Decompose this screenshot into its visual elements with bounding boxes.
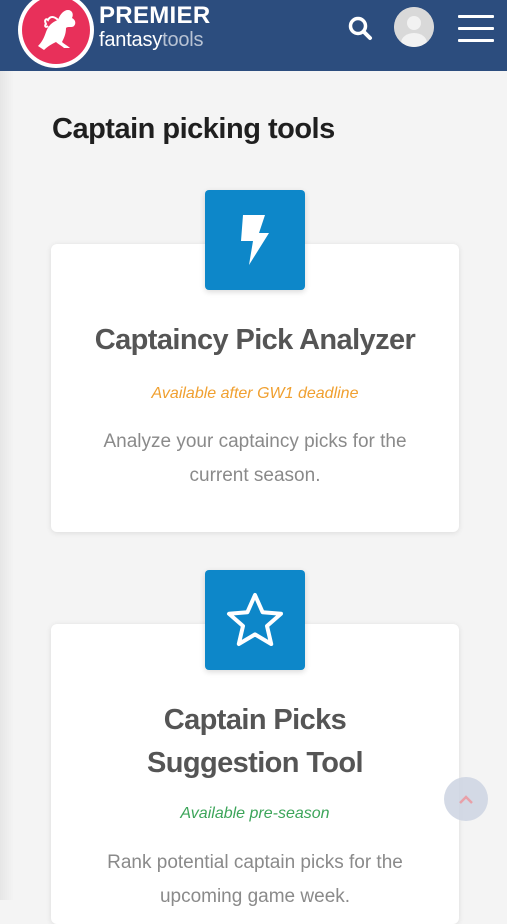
avatar-icon[interactable] — [394, 7, 434, 47]
search-icon[interactable] — [346, 14, 376, 44]
scroll-to-top-button[interactable] — [444, 777, 488, 821]
hamburger-menu-icon[interactable] — [458, 15, 494, 43]
brand-tools: tools — [162, 29, 204, 51]
card-description: Rank potential captain picks for the upc… — [107, 852, 403, 907]
card-description: Analyze your captaincy picks for the cur… — [103, 431, 407, 486]
tool-card-captain-suggestion[interactable]: Captain Picks Suggestion Tool Available … — [51, 570, 459, 924]
card-title-line2: Suggestion Tool — [147, 747, 364, 779]
card-title: Captaincy Pick Analyzer — [94, 324, 416, 356]
page-title: Captain picking tools — [52, 113, 335, 145]
chevron-up-icon — [459, 795, 473, 804]
star-icon — [205, 570, 305, 670]
top-navbar: PREMIER fantasytools — [0, 0, 507, 71]
availability-status: Available after GW1 deadline — [151, 385, 359, 402]
card-title-line1: Captain Picks — [163, 704, 347, 736]
brand-wordmark[interactable]: PREMIER fantasytools — [99, 2, 211, 51]
page-gutter — [0, 71, 14, 900]
lightning-bolt-icon — [205, 190, 305, 290]
site-logo[interactable] — [18, 0, 94, 68]
brand-premier: PREMIER — [99, 2, 211, 29]
brand-fantasytools: fantasytools — [99, 30, 210, 50]
brand-fantasy: fantasy — [99, 29, 163, 51]
logo-lion-icon — [22, 0, 90, 64]
availability-status: Available pre-season — [180, 805, 330, 822]
card-title: Captain Picks Suggestion Tool — [51, 699, 459, 785]
tool-card-captaincy-analyzer[interactable]: Captaincy Pick Analyzer Available after … — [51, 190, 459, 532]
